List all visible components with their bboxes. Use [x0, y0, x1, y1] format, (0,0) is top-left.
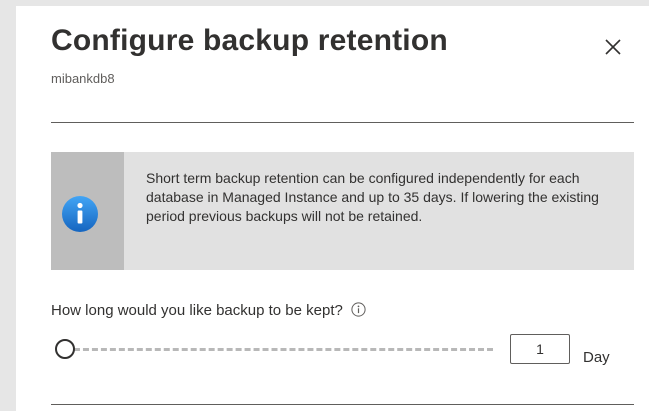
slider-thumb[interactable]	[55, 339, 75, 359]
footer-divider	[51, 404, 634, 405]
retention-unit-label: Day	[583, 349, 610, 366]
info-icon	[62, 196, 98, 232]
header-divider	[51, 122, 634, 123]
info-circle-icon[interactable]	[351, 302, 366, 317]
retention-days-input[interactable]	[510, 334, 570, 364]
info-icon-column	[51, 152, 124, 270]
retention-question: How long would you like backup to be kep…	[51, 302, 366, 319]
retention-question-label: How long would you like backup to be kep…	[51, 302, 343, 319]
panel-subtitle: mibankdb8	[51, 71, 115, 86]
backup-retention-panel: Configure backup retention mibankdb8 Sho…	[16, 6, 649, 411]
retention-slider[interactable]	[55, 338, 495, 360]
panel-title: Configure backup retention	[51, 24, 448, 57]
close-icon	[605, 39, 621, 55]
info-message-box: Short term backup retention can be confi…	[51, 152, 634, 270]
close-button[interactable]	[598, 32, 628, 62]
background-strip	[0, 0, 16, 411]
slider-track	[65, 348, 493, 351]
info-message-text: Short term backup retention can be confi…	[146, 170, 599, 224]
